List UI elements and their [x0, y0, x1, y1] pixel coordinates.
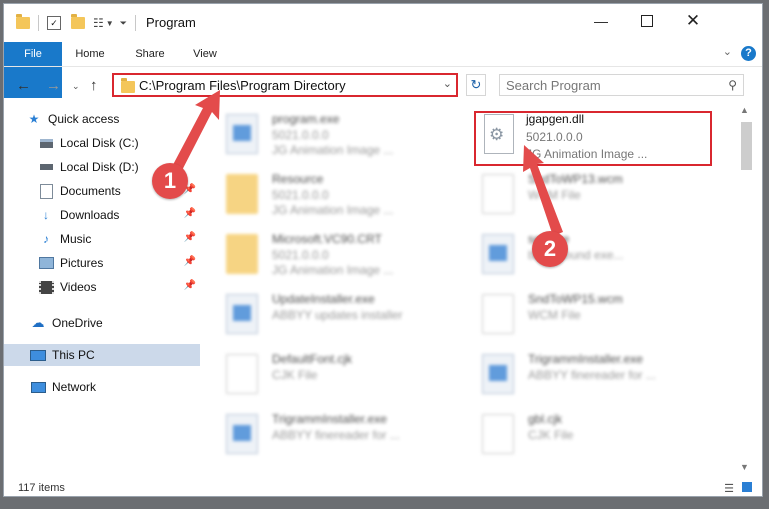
arrow-to-dll-file [523, 145, 563, 236]
step-badge-1: 1 [152, 163, 188, 199]
annotation-arrows [166, 90, 563, 236]
step-badge-2: 2 [532, 231, 568, 267]
